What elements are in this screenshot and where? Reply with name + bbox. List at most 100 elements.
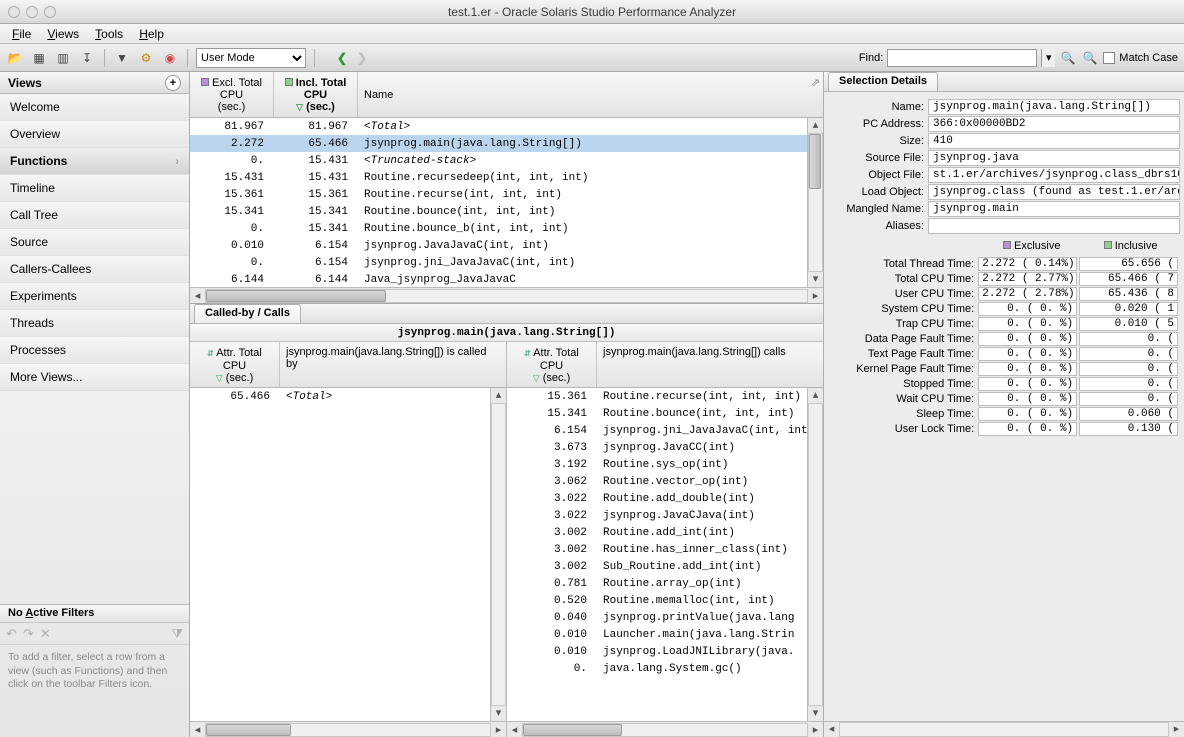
metric-incl: 0. (: [1079, 362, 1178, 376]
sidebar-item-processes[interactable]: Processes: [0, 337, 189, 364]
table-row[interactable]: 0.520Routine.memalloc(int, int): [507, 592, 807, 609]
table-row[interactable]: 15.34115.341Routine.bounce(int, int, int…: [190, 203, 807, 220]
table-row[interactable]: 6.154jsynprog.jni_JavaJavaC(int, int): [507, 422, 807, 439]
functions-body[interactable]: 81.96781.967<Total>2.27265.466jsynprog.m…: [190, 118, 807, 287]
menu-file[interactable]: File: [6, 25, 37, 43]
table-row[interactable]: 15.361Routine.recurse(int, int, int): [507, 388, 807, 405]
aggregate-icon[interactable]: ▦: [30, 49, 48, 67]
tab-selection-details[interactable]: Selection Details: [828, 72, 938, 91]
detail-value[interactable]: [928, 218, 1180, 234]
app-icon[interactable]: ◉: [161, 49, 179, 67]
sidebar-item-functions[interactable]: Functions›: [0, 148, 189, 175]
table-row[interactable]: 81.96781.967<Total>: [190, 118, 807, 135]
scroll-down-icon[interactable]: ▾: [808, 272, 823, 287]
detail-value[interactable]: jsynprog.main(java.lang.String[]): [928, 99, 1180, 115]
compare-icon[interactable]: ▥: [54, 49, 72, 67]
metric-row: Data Page Fault Time:0. ( 0. %)0. (: [828, 331, 1180, 346]
table-row[interactable]: 3.002Routine.add_int(int): [507, 524, 807, 541]
detail-value[interactable]: 366:0x00000BD2: [928, 116, 1180, 132]
filter-icon[interactable]: ▼: [113, 49, 131, 67]
table-row[interactable]: 0.0106.154jsynprog.JavaJavaC(int, int): [190, 237, 807, 254]
functions-table: ⇗ Excl. TotalCPU (sec.) Incl. TotalCPU ▽…: [190, 72, 823, 304]
table-row[interactable]: 3.062Routine.vector_op(int): [507, 473, 807, 490]
find-input[interactable]: [887, 49, 1037, 67]
redo-icon[interactable]: ↷: [23, 626, 34, 642]
col-incl-cpu[interactable]: Incl. TotalCPU ▽ (sec.): [274, 72, 358, 117]
selection-hscroll[interactable]: ◂▸: [824, 721, 1184, 737]
metric-excl: 0. ( 0. %): [978, 392, 1077, 406]
sidebar-item-call-tree[interactable]: Call Tree: [0, 202, 189, 229]
undock-icon[interactable]: ⇗: [811, 76, 819, 84]
match-case-checkbox[interactable]: [1103, 52, 1115, 64]
functions-hscroll[interactable]: ◂ ▸: [190, 287, 823, 303]
table-row[interactable]: 3.022jsynprog.JavaCJava(int): [507, 507, 807, 524]
mode-select[interactable]: User Mode: [196, 48, 306, 68]
table-row[interactable]: 0.010jsynprog.LoadJNILibrary(java.: [507, 643, 807, 660]
sidebar-item-source[interactable]: Source: [0, 229, 189, 256]
table-row[interactable]: 3.673jsynprog.JavaCC(int): [507, 439, 807, 456]
functions-vscroll[interactable]: ▴ ▾: [807, 118, 823, 287]
table-row[interactable]: 0.15.341Routine.bounce_b(int, int, int): [190, 220, 807, 237]
table-row[interactable]: 0.010Launcher.main(java.lang.Strin: [507, 626, 807, 643]
table-row[interactable]: 3.022Routine.add_double(int): [507, 490, 807, 507]
add-view-icon[interactable]: +: [165, 75, 181, 91]
detail-value[interactable]: jsynprog.java: [928, 150, 1180, 166]
settings-icon[interactable]: ⚙: [137, 49, 155, 67]
export-icon[interactable]: ↧: [78, 49, 96, 67]
calls-rows[interactable]: 15.361Routine.recurse(int, int, int)15.3…: [507, 388, 807, 721]
scroll-right-icon[interactable]: ▸: [808, 289, 823, 302]
sidebar-item-welcome[interactable]: Welcome: [0, 94, 189, 121]
table-row[interactable]: 0.java.lang.System.gc(): [507, 660, 807, 677]
tab-called-by-calls[interactable]: Called-by / Calls: [194, 304, 301, 323]
calls-hscroll[interactable]: ◂▸: [507, 721, 823, 737]
table-row[interactable]: 0.15.431<Truncated-stack>: [190, 152, 807, 169]
called-by-rows[interactable]: 65.466<Total>: [190, 388, 490, 721]
sidebar-item-threads[interactable]: Threads: [0, 310, 189, 337]
col-excl-cpu[interactable]: Excl. TotalCPU (sec.): [190, 72, 274, 117]
sidebar-item-callers-callees[interactable]: Callers-Callees: [0, 256, 189, 283]
undo-icon[interactable]: ↶: [6, 626, 17, 642]
sidebar-item-experiments[interactable]: Experiments: [0, 283, 189, 310]
detail-value[interactable]: jsynprog.class (found as test.1.er/arc: [928, 184, 1180, 200]
sidebar-item-more-views-[interactable]: More Views...: [0, 364, 189, 391]
sidebar-item-timeline[interactable]: Timeline: [0, 175, 189, 202]
delete-icon[interactable]: ✕: [40, 626, 51, 642]
scroll-up-icon[interactable]: ▴: [808, 118, 823, 133]
scroll-left-icon[interactable]: ◂: [190, 289, 205, 302]
col-attr-cpu-2[interactable]: ⇵ Attr. TotalCPU ▽ (sec.): [507, 342, 597, 387]
called-by-vscroll[interactable]: ▴▾: [490, 388, 506, 721]
open-icon[interactable]: 📂: [6, 49, 24, 67]
table-row[interactable]: 15.341Routine.bounce(int, int, int): [507, 405, 807, 422]
table-row[interactable]: 6.1446.144Java_jsynprog_JavaJavaC: [190, 271, 807, 287]
col-attr-cpu[interactable]: ⇵ Attr. TotalCPU ▽ (sec.): [190, 342, 280, 387]
table-row[interactable]: 0.040jsynprog.printValue(java.lang: [507, 609, 807, 626]
table-row[interactable]: 3.002Sub_Routine.add_int(int): [507, 558, 807, 575]
table-row[interactable]: 3.002Routine.has_inner_class(int): [507, 541, 807, 558]
sidebar-item-overview[interactable]: Overview: [0, 121, 189, 148]
col-called-by-name[interactable]: jsynprog.main(java.lang.String[]) is cal…: [280, 342, 506, 387]
detail-value[interactable]: st.1.er/archives/jsynprog.class_dbrs10: [928, 167, 1180, 183]
find-prev-icon[interactable]: 🔍: [1059, 49, 1077, 67]
detail-value[interactable]: 410: [928, 133, 1180, 149]
menu-help[interactable]: Help: [133, 25, 170, 43]
menu-tools[interactable]: Tools: [89, 25, 129, 43]
menu-views[interactable]: Views: [41, 25, 85, 43]
table-row[interactable]: 0.781Routine.array_op(int): [507, 575, 807, 592]
table-row[interactable]: 15.43115.431Routine.recursedeep(int, int…: [190, 169, 807, 186]
calls-vscroll[interactable]: ▴▾: [807, 388, 823, 721]
separator: [104, 49, 105, 67]
table-row[interactable]: 3.192Routine.sys_op(int): [507, 456, 807, 473]
detail-row: Size:410: [828, 132, 1180, 149]
find-dropdown-icon[interactable]: ▾: [1041, 49, 1055, 67]
table-row[interactable]: 2.27265.466jsynprog.main(java.lang.Strin…: [190, 135, 807, 152]
nav-back-icon[interactable]: ❮: [333, 49, 351, 67]
detail-value[interactable]: jsynprog.main: [928, 201, 1180, 217]
find-next-icon[interactable]: 🔍: [1081, 49, 1099, 67]
table-row[interactable]: 0.6.154jsynprog.jni_JavaJavaC(int, int): [190, 254, 807, 271]
col-calls-name[interactable]: jsynprog.main(java.lang.String[]) calls: [597, 342, 823, 387]
called-by-hscroll[interactable]: ◂▸: [190, 721, 506, 737]
col-name[interactable]: Name: [358, 72, 823, 117]
table-row[interactable]: 65.466<Total>: [190, 388, 490, 405]
table-row[interactable]: 15.36115.361Routine.recurse(int, int, in…: [190, 186, 807, 203]
funnel-icon[interactable]: ⧩: [171, 626, 183, 642]
